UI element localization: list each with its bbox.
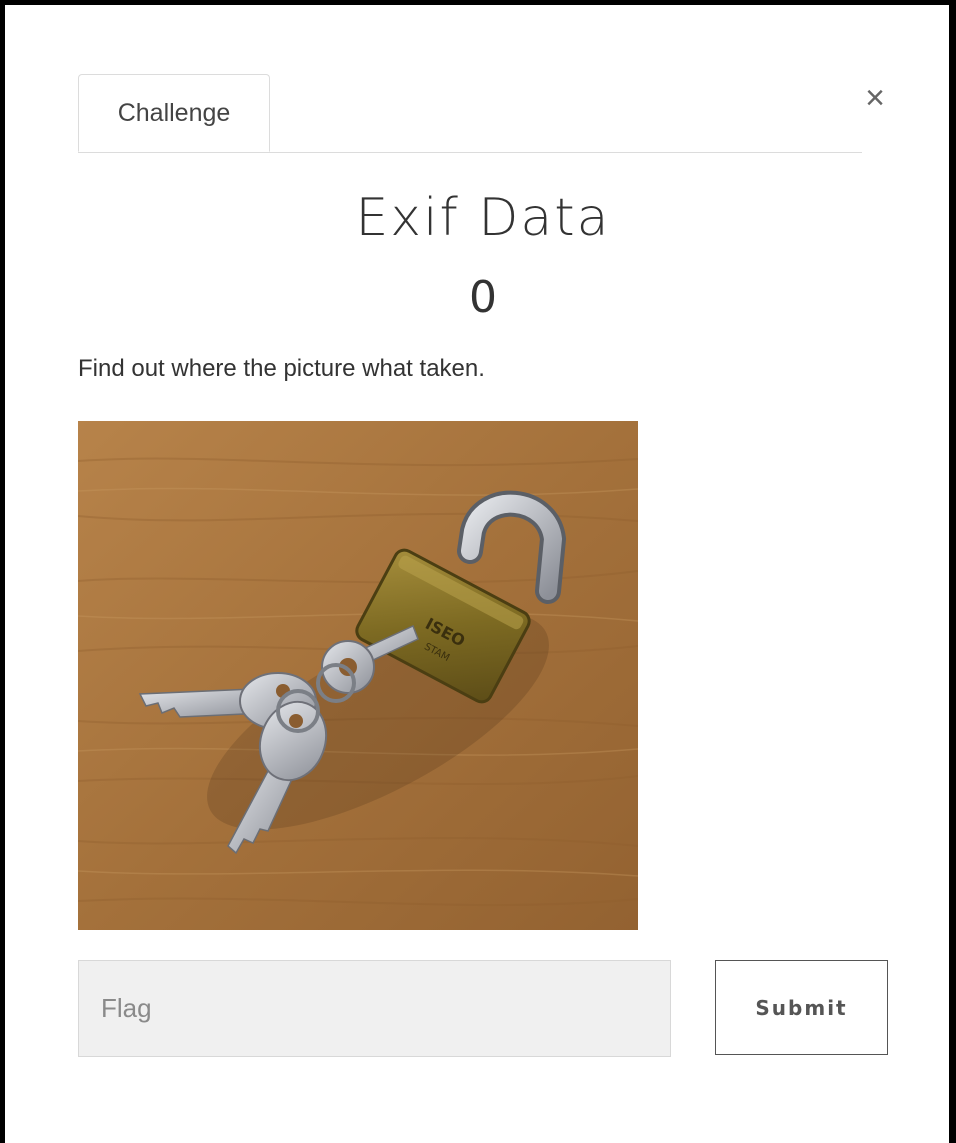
challenge-description: Find out where the picture what taken.	[78, 355, 485, 382]
flag-input[interactable]	[78, 960, 671, 1057]
padlock-keys-photo: ISEO STAM	[78, 421, 638, 930]
close-icon[interactable]: ×	[857, 75, 893, 121]
challenge-value: 0	[469, 272, 497, 323]
modal-frame: Challenge × Exif Data 0 Find out where t…	[0, 0, 956, 1143]
challenge-image: ISEO STAM	[78, 421, 638, 930]
tab-bar: Challenge	[78, 74, 862, 153]
challenge-name: Exif Data	[355, 188, 611, 248]
submit-button[interactable]: Submit	[715, 960, 888, 1055]
tab-challenge[interactable]: Challenge	[78, 74, 270, 152]
